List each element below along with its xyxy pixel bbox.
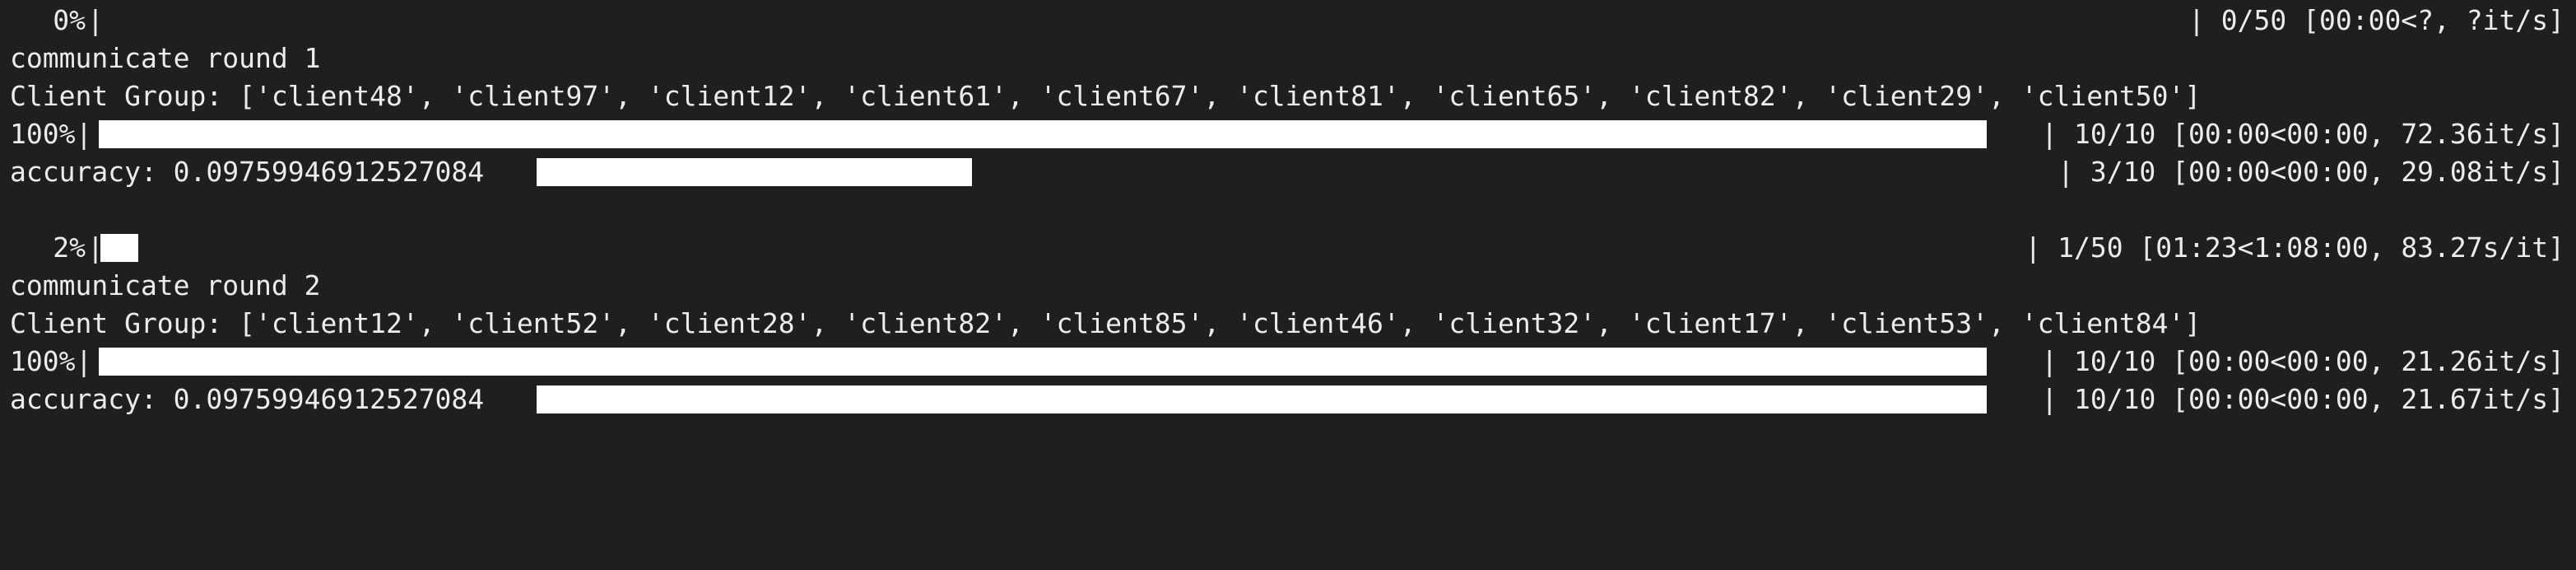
train-progress-line: 100% | | 10/10 [00:00<00:00, 21.26it/s] [0, 343, 2576, 381]
progress-percent: 0% [53, 4, 86, 36]
progress-bar-fill [99, 348, 1987, 376]
progress-status: | 0/50 [00:00<?, ?it/s] [2188, 4, 2564, 36]
client-group-text: Client Group: ['client12', 'client52', '… [10, 307, 2202, 339]
progress-status: | 10/10 [00:00<00:00, 21.26it/s] [2041, 345, 2564, 377]
progress-bar-fill [537, 385, 1987, 413]
progress-bar-left-edge: | [87, 4, 104, 36]
client-group-line: Client Group: ['client12', 'client52', '… [0, 305, 2576, 343]
client-group-text: Client Group: ['client48', 'client97', '… [10, 80, 2202, 112]
accuracy-label: accuracy: 0.09759946912527084 [10, 383, 485, 415]
accuracy-progress-line: accuracy: 0.09759946912527084 | 10/10 [0… [0, 381, 2576, 418]
progress-bar-fill [99, 120, 1987, 148]
client-group-line: Client Group: ['client48', 'client97', '… [0, 77, 2576, 115]
progress-status: | 10/10 [00:00<00:00, 72.36it/s] [2041, 118, 2564, 150]
progress-status: | 3/10 [00:00<00:00, 29.08it/s] [2058, 156, 2564, 188]
progress-bar-left-edge: | [76, 345, 92, 377]
accuracy-label: accuracy: 0.09759946912527084 [10, 156, 485, 188]
progress-bar-fill [100, 234, 138, 262]
round-label-line: communicate round 1 [0, 40, 2576, 77]
progress-percent: 100% [10, 345, 76, 377]
overall-progress-line: 0% | | 0/50 [00:00<?, ?it/s] [0, 2, 2576, 40]
progress-bar-left-edge: | [76, 118, 92, 150]
round-label-line: communicate round 2 [0, 267, 2576, 305]
terminal-output: 0% | | 0/50 [00:00<?, ?it/s] communicate… [0, 0, 2576, 430]
progress-status: | 10/10 [00:00<00:00, 21.67it/s] [2041, 383, 2564, 415]
progress-percent: 100% [10, 118, 76, 150]
progress-status: | 1/50 [01:23<1:08:00, 83.27s/it] [2025, 231, 2564, 264]
overall-progress-line: 2% | | 1/50 [01:23<1:08:00, 83.27s/it] [0, 229, 2576, 267]
round-label: communicate round 1 [10, 42, 321, 74]
round-label: communicate round 2 [10, 269, 321, 301]
accuracy-progress-line: accuracy: 0.09759946912527084 | 3/10 [00… [0, 153, 2576, 191]
progress-percent: 2% [53, 231, 86, 264]
progress-bar-fill [537, 158, 972, 186]
train-progress-line: 100% | | 10/10 [00:00<00:00, 72.36it/s] [0, 115, 2576, 153]
